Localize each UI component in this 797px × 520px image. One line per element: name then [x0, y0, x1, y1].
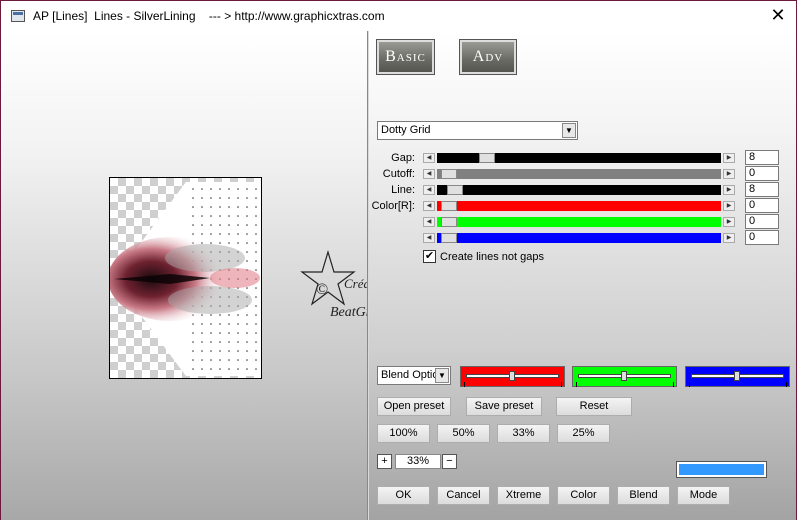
tab-basic[interactable]: Basic	[376, 39, 435, 75]
cutoff-track[interactable]	[437, 169, 721, 179]
blend-green-box[interactable]	[572, 366, 677, 387]
gap-slider[interactable]: ◀ ▶	[423, 153, 737, 163]
color-button[interactable]: Color	[557, 486, 610, 505]
mode-dropdown-value: Dotty Grid	[381, 124, 431, 136]
blend-blue-box[interactable]	[685, 366, 790, 387]
chevron-down-icon: ▼	[562, 123, 576, 138]
blend-red-box[interactable]	[460, 366, 565, 387]
color-swatch[interactable]	[676, 461, 767, 478]
create-lines-checkbox[interactable]: ✔	[423, 250, 436, 263]
open-preset-button[interactable]: Open preset	[377, 397, 451, 416]
cutoff-slider[interactable]: ◀ ▶	[423, 169, 737, 179]
color-r-value[interactable]: 0	[745, 198, 779, 213]
arrow-right-icon[interactable]: ▶	[723, 153, 735, 163]
blend-options-value: Blend Optio	[381, 369, 439, 381]
color-b-track[interactable]	[437, 233, 721, 243]
zoom-out-button[interactable]: −	[442, 454, 457, 469]
cutoff-value[interactable]: 0	[745, 166, 779, 181]
color-g-value[interactable]: 0	[745, 214, 779, 229]
color-g-thumb[interactable]	[441, 217, 457, 227]
cutoff-thumb[interactable]	[441, 169, 457, 179]
color-r-slider[interactable]: ◀ ▶	[423, 201, 737, 211]
save-preset-button[interactable]: Save preset	[466, 397, 542, 416]
arrow-right-icon[interactable]: ▶	[723, 185, 735, 195]
window-title: AP [Lines] Lines - SilverLining --- > ht…	[33, 9, 385, 23]
zoom-25-button[interactable]: 25%	[557, 424, 610, 443]
arrow-left-icon[interactable]: ◀	[423, 217, 435, 227]
arrow-right-icon[interactable]: ▶	[723, 217, 735, 227]
blend-tick	[689, 382, 690, 387]
create-lines-label: Create lines not gaps	[440, 251, 544, 263]
zoom-level: 33%	[395, 454, 441, 469]
zoom-in-button[interactable]: +	[377, 454, 392, 469]
line-thumb[interactable]	[447, 185, 463, 195]
blend-blue-thumb[interactable]	[734, 371, 740, 381]
zoom-50-button[interactable]: 50%	[437, 424, 490, 443]
color-r-thumb[interactable]	[441, 201, 457, 211]
zoom-100-button[interactable]: 100%	[377, 424, 430, 443]
line-label: Line:	[391, 184, 415, 196]
mode-dropdown[interactable]: Dotty Grid ▼	[377, 121, 578, 140]
gap-value[interactable]: 8	[745, 150, 779, 165]
blend-tick	[786, 382, 787, 387]
mode-button[interactable]: Mode	[677, 486, 730, 505]
blend-tick	[561, 382, 562, 387]
app-window-icon	[11, 10, 25, 22]
xtreme-button[interactable]: Xtreme	[497, 486, 550, 505]
blend-red-thumb[interactable]	[509, 371, 515, 381]
color-r-track[interactable]	[437, 201, 721, 211]
cancel-button[interactable]: Cancel	[437, 486, 490, 505]
blend-options-dropdown[interactable]: Blend Optio ▼	[377, 366, 451, 385]
line-value[interactable]: 8	[745, 182, 779, 197]
arrow-right-icon[interactable]: ▶	[723, 201, 735, 211]
controls-pane	[369, 31, 796, 520]
ok-button[interactable]: OK	[377, 486, 430, 505]
color-b-value[interactable]: 0	[745, 230, 779, 245]
blend-button[interactable]: Blend	[617, 486, 670, 505]
cutoff-label: Cutoff:	[382, 168, 415, 180]
blend-tick	[464, 382, 465, 387]
title-bar[interactable]: AP [Lines] Lines - SilverLining --- > ht…	[1, 1, 796, 31]
gap-label: Gap:	[391, 152, 415, 164]
arrow-left-icon[interactable]: ◀	[423, 169, 435, 179]
arrow-right-icon[interactable]: ▶	[723, 169, 735, 179]
blend-tick	[576, 382, 577, 387]
arrow-left-icon[interactable]: ◀	[423, 153, 435, 163]
color-g-track[interactable]	[437, 217, 721, 227]
arrow-left-icon[interactable]: ◀	[423, 201, 435, 211]
preview-image	[109, 177, 262, 379]
tab-adv[interactable]: Adv	[459, 39, 517, 75]
blend-green-thumb[interactable]	[621, 371, 627, 381]
color-b-thumb[interactable]	[441, 233, 457, 243]
close-icon[interactable]: ✕	[768, 5, 788, 25]
color-g-slider[interactable]: ◀ ▶	[423, 217, 737, 227]
line-slider[interactable]: ◀ ▶	[423, 185, 737, 195]
svg-text:©: ©	[316, 281, 328, 298]
line-track[interactable]	[437, 185, 721, 195]
gap-thumb[interactable]	[479, 153, 495, 163]
reset-button[interactable]: Reset	[556, 397, 632, 416]
arrow-right-icon[interactable]: ▶	[723, 233, 735, 243]
arrow-left-icon[interactable]: ◀	[423, 233, 435, 243]
color-r-label: Color[R]:	[371, 200, 415, 212]
blend-tick	[673, 382, 674, 387]
arrow-left-icon[interactable]: ◀	[423, 185, 435, 195]
color-b-slider[interactable]: ◀ ▶	[423, 233, 737, 243]
chevron-down-icon: ▼	[435, 368, 449, 383]
zoom-33-button[interactable]: 33%	[497, 424, 550, 443]
